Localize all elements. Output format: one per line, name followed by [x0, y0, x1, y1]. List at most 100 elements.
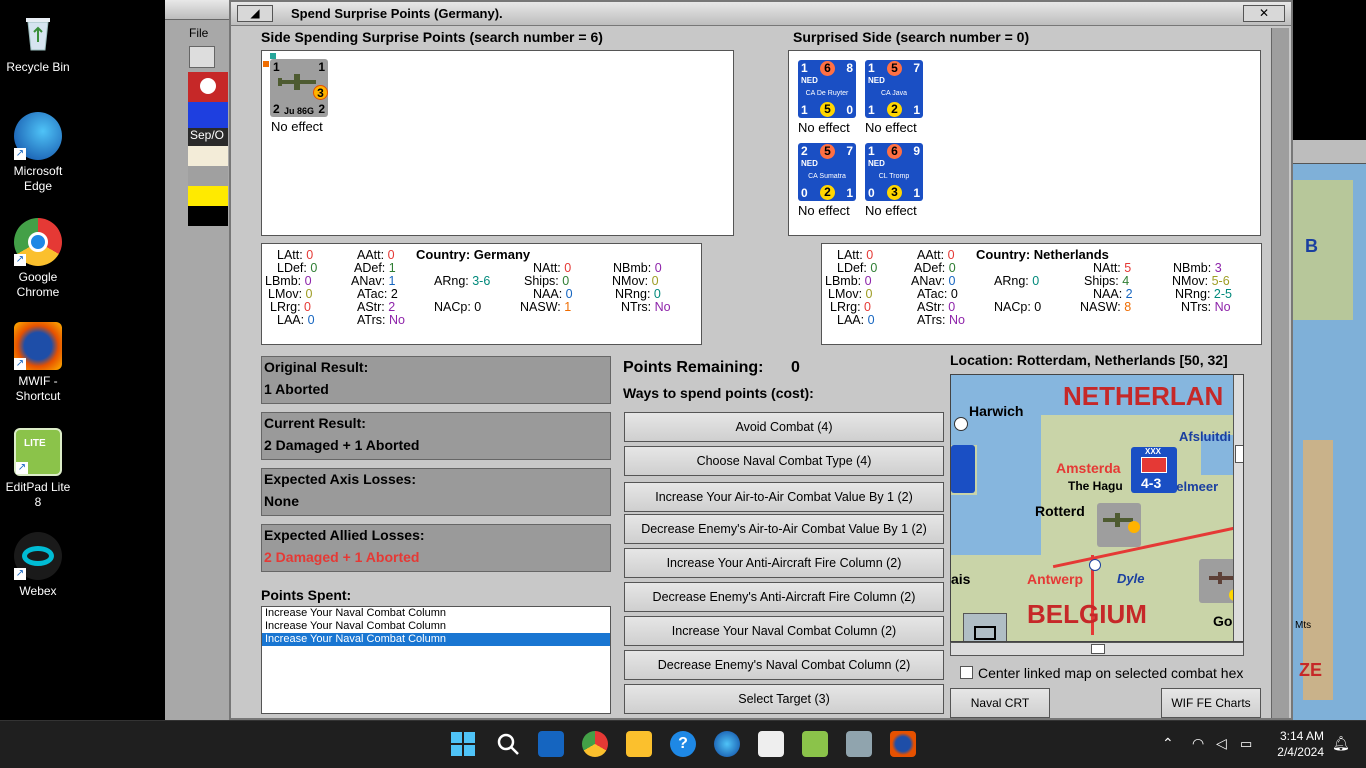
- stat-naa: NAA: 2: [1093, 287, 1133, 301]
- center-map-checkbox[interactable]: [960, 666, 973, 679]
- linked-mini-map[interactable]: NETHERLAN Harwich Afsluitdi Amsterda The…: [950, 374, 1244, 642]
- decrease-enemy-anti-aircraft-button[interactable]: Decrease Enemy's Anti-Aircraft Fire Colu…: [624, 582, 944, 612]
- mwif-icon: ↗: [14, 322, 62, 370]
- stat-natt: NAtt: 0: [533, 261, 572, 275]
- stat-atrs: ATrs: No: [917, 313, 965, 327]
- stat-natt: NAtt: 5: [1093, 261, 1132, 275]
- points-spent-list[interactable]: Increase Your Naval Combat Column Increa…: [261, 606, 611, 714]
- calculator-icon[interactable]: [846, 731, 872, 757]
- volume-icon[interactable]: ◁: [1216, 735, 1227, 752]
- dialog-titlebar[interactable]: ◢ Spend Surprise Points (Germany). ✕: [231, 2, 1291, 26]
- increase-naval-combat-button[interactable]: Increase Your Naval Combat Column (2): [624, 616, 944, 646]
- stat-lmov: LMov: 0: [828, 287, 873, 301]
- stat-atac: ATac: 2: [357, 287, 398, 301]
- unit-tool-button[interactable]: [189, 46, 215, 68]
- mwif-shortcut[interactable]: ↗ MWIF - Shortcut: [2, 322, 74, 404]
- chrome-shortcut[interactable]: ↗ Google Chrome: [2, 218, 74, 300]
- wif-charts-button[interactable]: WIF FE Charts: [1161, 688, 1261, 718]
- axis-losses-box: Expected Axis Losses: None: [261, 468, 611, 516]
- unit-counter-ju86g[interactable]: 1 1 3 2 Ju 86G 2: [270, 59, 328, 117]
- recycle-bin-shortcut[interactable]: Recycle Bin: [2, 8, 74, 75]
- edge-shortcut[interactable]: ↗ Microsoft Edge: [2, 112, 74, 194]
- scroll-thumb[interactable]: [1091, 644, 1105, 654]
- wifi-icon[interactable]: ◠: [1192, 735, 1204, 752]
- avoid-combat-button[interactable]: Avoid Combat (4): [624, 412, 944, 442]
- editpad-taskbar-icon[interactable]: [802, 731, 828, 757]
- counter-name: CA Java: [880, 90, 908, 97]
- turn-date: Sep/O: [188, 128, 228, 146]
- unit-counter-cl-tromp[interactable]: 1 6 9 NED CL Tromp 0 3 1: [865, 143, 923, 201]
- original-result-label: Original Result:: [264, 359, 369, 375]
- map-unit-ned-army[interactable]: XXX 4-3: [1131, 447, 1177, 493]
- editpad-shortcut[interactable]: LITE ↗ EditPad Lite 8: [2, 428, 74, 510]
- chevron-up-icon[interactable]: ⌃: [1162, 735, 1174, 752]
- map-label-afsluitdi: Afsluitdi: [1179, 429, 1231, 444]
- increase-anti-aircraft-button[interactable]: Increase Your Anti-Aircraft Fire Column …: [624, 548, 944, 578]
- map-unit-partial-bottom[interactable]: [963, 613, 1007, 641]
- help-icon[interactable]: ?: [670, 731, 696, 757]
- map-vertical-scrollbar[interactable]: [1233, 375, 1243, 641]
- naval-crt-button[interactable]: Naval CRT: [950, 688, 1050, 718]
- counter-value: 0: [801, 186, 808, 200]
- map-unit-partial-left[interactable]: [951, 445, 975, 493]
- counter-value: 1: [846, 186, 853, 200]
- points-remaining-value: 0: [791, 359, 800, 376]
- decrease-enemy-naval-combat-button[interactable]: Decrease Enemy's Naval Combat Column (2): [624, 650, 944, 680]
- clock-date[interactable]: 2/4/2024: [1276, 745, 1324, 759]
- edge-label: Microsoft Edge: [13, 164, 63, 193]
- start-button[interactable]: [450, 731, 476, 757]
- edge-taskbar-icon[interactable]: [714, 731, 740, 757]
- counter-value: 0: [846, 103, 853, 117]
- clock-time[interactable]: 3:14 AM: [1276, 729, 1324, 743]
- stat-laa: LAA: 0: [837, 313, 875, 327]
- map-unit-ju86g[interactable]: [1097, 503, 1141, 547]
- stat-lrrg: LRrg: 0: [270, 300, 311, 314]
- close-button[interactable]: ✕: [1243, 5, 1285, 22]
- weather-swatch-3: [188, 186, 228, 206]
- stat-adef: ADef: 0: [914, 261, 956, 275]
- chrome-taskbar-icon[interactable]: [582, 731, 608, 757]
- unit-counter-ca-java[interactable]: 1 5 7 NED CA Java 1 2 1: [865, 60, 923, 118]
- file-menu[interactable]: File: [189, 26, 208, 40]
- axis-losses-label: Expected Axis Losses:: [264, 471, 416, 487]
- map-label-ais: ais: [951, 571, 971, 587]
- search-icon[interactable]: [495, 731, 521, 757]
- side-spending-panel: 1 1 3 2 Ju 86G 2 No effect: [261, 50, 734, 236]
- points-remaining-label: Points Remaining:: [623, 359, 764, 376]
- webex-shortcut[interactable]: ↗ Webex: [2, 532, 74, 599]
- select-target-button[interactable]: Select Target (3): [624, 684, 944, 714]
- map-horizontal-scrollbar[interactable]: [950, 642, 1244, 656]
- map-label-go: Go: [1213, 613, 1233, 629]
- snipping-tool-icon[interactable]: [758, 731, 784, 757]
- counter-value: 2: [820, 185, 835, 200]
- notification-bell-icon[interactable]: 🔔︎: [1332, 735, 1350, 752]
- weather-swatch-4: [188, 206, 228, 226]
- system-menu-button[interactable]: ◢: [237, 5, 273, 22]
- infantry-icon: [1141, 457, 1167, 473]
- unit-counter-ca-sumatra[interactable]: 2 5 7 NED CA Sumatra 0 2 1: [798, 143, 856, 201]
- list-item[interactable]: Increase Your Naval Combat Column: [262, 633, 610, 646]
- counter-badge: 3: [313, 85, 328, 100]
- increase-air-to-air-button[interactable]: Increase Your Air-to-Air Combat Value By…: [624, 482, 944, 512]
- map-label-harwich: Harwich: [969, 403, 1024, 419]
- counter-nation: NED: [868, 76, 885, 85]
- decrease-enemy-air-to-air-button[interactable]: Decrease Enemy's Air-to-Air Combat Value…: [624, 514, 944, 544]
- hp-app-icon[interactable]: [538, 731, 564, 757]
- counter-nation: NED: [868, 159, 885, 168]
- original-result-box: Original Result: 1 Aborted: [261, 356, 611, 404]
- choose-naval-combat-type-button[interactable]: Choose Naval Combat Type (4): [624, 446, 944, 476]
- unit-counter-ca-de-ruyter[interactable]: 1 6 8 NED CA De Ruyter 1 5 0: [798, 60, 856, 118]
- stat-ntrs: NTrs: No: [621, 300, 671, 314]
- file-explorer-icon[interactable]: [626, 731, 652, 757]
- list-item[interactable]: Increase Your Naval Combat Column: [262, 620, 610, 633]
- stat-anav: ANav: 0: [911, 274, 956, 288]
- infantry-icon: [974, 626, 996, 640]
- mwif-taskbar-icon[interactable]: [890, 731, 916, 757]
- scroll-thumb[interactable]: [1235, 445, 1243, 463]
- allied-color-swatch: [188, 102, 228, 128]
- unit-effect-caption: No effect: [865, 203, 917, 218]
- list-item[interactable]: Increase Your Naval Combat Column: [262, 607, 610, 620]
- battery-icon[interactable]: ▭: [1240, 736, 1252, 752]
- side-panel-window: File Sep/O: [165, 0, 233, 720]
- counter-name: CL Tromp: [878, 173, 910, 180]
